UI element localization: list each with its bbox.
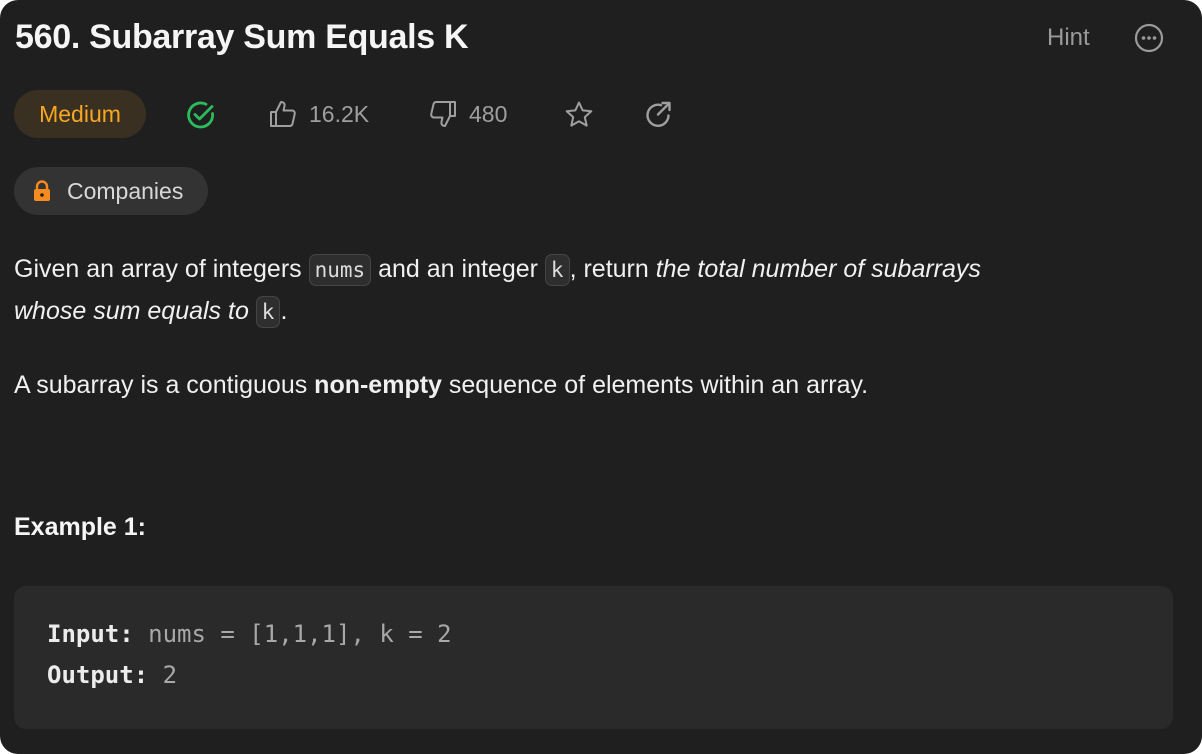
description-emphasis: the total number of subarrays — [655, 255, 981, 283]
share-icon[interactable] — [643, 99, 675, 131]
lock-icon — [34, 180, 50, 201]
description-bold: non-empty — [314, 371, 442, 399]
inline-code-k: k — [544, 254, 570, 286]
example-input-line: Input: nums = [1,1,1], k = 2 — [47, 620, 452, 648]
description-text: , return — [569, 255, 656, 283]
thumbs-up-icon — [270, 101, 296, 127]
input-value: nums = [1,1,1], k = 2 — [133, 620, 452, 648]
star-icon[interactable] — [563, 99, 595, 131]
dislike-count: 480 — [469, 100, 508, 127]
problem-description-panel: 560. Subarray Sum Equals K Hint Medium 1… — [0, 0, 1202, 754]
dislike-button[interactable]: 480 — [428, 98, 507, 130]
description-emphasis: whose sum equals to — [14, 297, 256, 325]
description-line: whose sum equals to k. — [14, 290, 1174, 333]
companies-button[interactable]: Companies — [14, 167, 208, 215]
example-output-line: Output: 2 — [47, 661, 177, 689]
description-paragraph: A subarray is a contiguous non-empty seq… — [14, 364, 1174, 406]
ellipsis-circle-icon[interactable] — [1134, 23, 1164, 53]
description-text: A subarray is a contiguous — [14, 371, 315, 399]
like-button[interactable]: 16.2K — [268, 98, 369, 130]
description-text: and an integer — [371, 255, 545, 283]
input-label: Input: — [47, 620, 134, 648]
check-circle-icon — [187, 101, 214, 129]
problem-meta-row: Medium 16.2K 480 — [14, 90, 914, 138]
example-code-block: Input: nums = [1,1,1], k = 2 Output: 2 — [14, 586, 1173, 729]
hint-button[interactable]: Hint — [1047, 24, 1090, 52]
description-line: Given an array of integers nums and an i… — [14, 248, 1174, 291]
inline-code-nums: nums — [308, 254, 372, 286]
description-text: . — [280, 297, 288, 325]
companies-label: Companies — [67, 177, 184, 204]
thumbs-down-icon — [430, 101, 456, 127]
difficulty-badge: Medium — [14, 90, 146, 138]
problem-title[interactable]: 560. Subarray Sum Equals K — [15, 18, 469, 57]
output-label: Output: — [47, 661, 149, 689]
output-value: 2 — [148, 661, 178, 689]
like-count: 16.2K — [309, 100, 370, 127]
description-text: Given an array of integers — [14, 255, 309, 283]
example-title: Example 1: — [14, 513, 147, 541]
description-text: sequence of elements within an array. — [441, 371, 869, 399]
inline-code-k: k — [255, 296, 281, 328]
